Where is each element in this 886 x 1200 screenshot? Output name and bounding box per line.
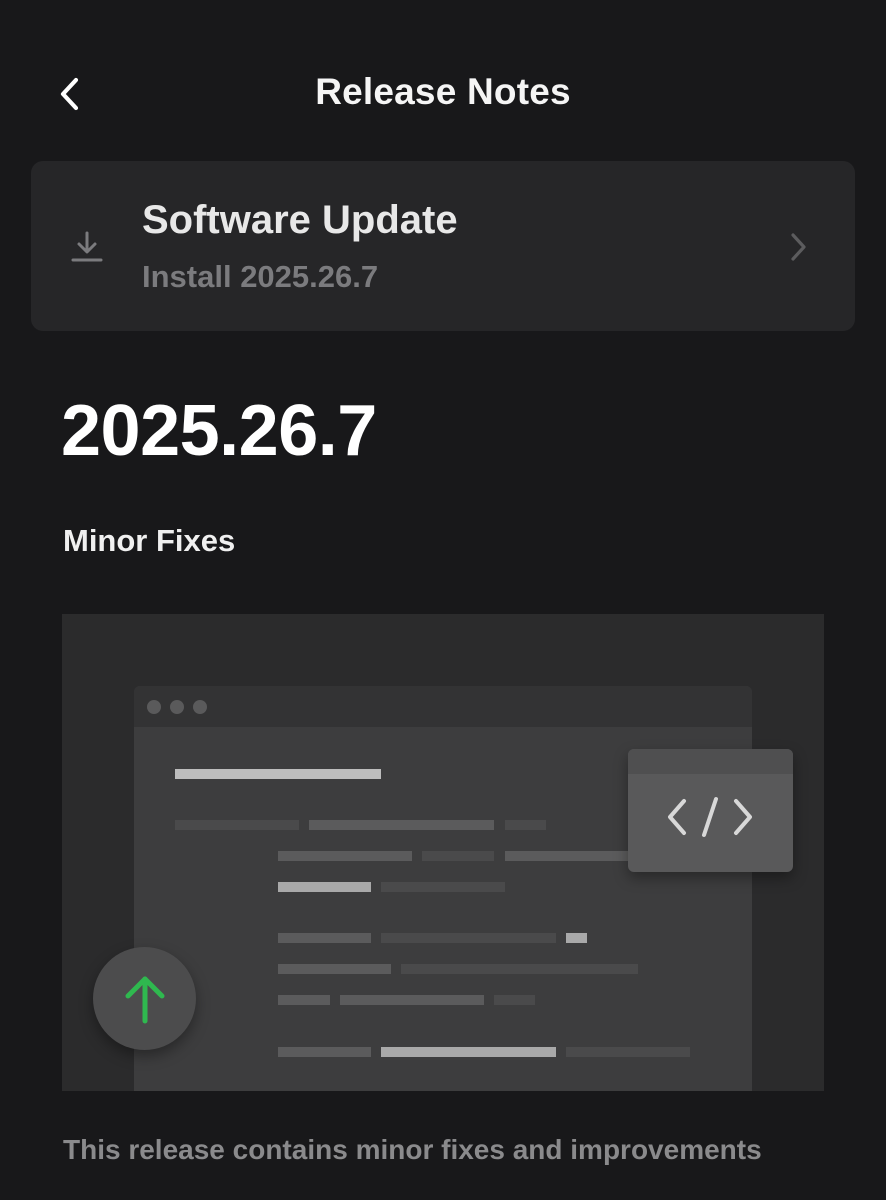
page-title: Release Notes xyxy=(315,71,571,112)
software-update-card[interactable]: Software Update Install 2025.26.7 xyxy=(31,161,855,331)
placeholder-line xyxy=(505,851,639,861)
header: Release Notes xyxy=(0,58,886,130)
placeholder-line xyxy=(381,882,505,892)
placeholder-line xyxy=(278,851,412,861)
placeholder-line xyxy=(401,964,638,974)
placeholder-line xyxy=(505,820,546,830)
placeholder-line xyxy=(309,820,494,830)
placeholder-line xyxy=(278,995,330,1005)
release-notes-screen: Release Notes Software Update Install 20… xyxy=(0,0,886,1200)
chevron-right-icon xyxy=(783,229,813,265)
update-title: Software Update xyxy=(142,198,458,242)
code-panel-bar xyxy=(628,749,793,774)
placeholder-line xyxy=(175,769,381,779)
release-heading: Minor Fixes xyxy=(63,523,236,558)
update-version-label: Install 2025.26.7 xyxy=(142,259,379,294)
placeholder-line xyxy=(278,964,391,974)
placeholder-line xyxy=(278,933,371,943)
placeholder-line xyxy=(566,1047,690,1057)
download-icon xyxy=(69,229,105,265)
release-description: This release contains minor fixes and im… xyxy=(63,1134,762,1165)
window-dot xyxy=(193,700,207,714)
placeholder-line xyxy=(381,933,556,943)
placeholder-line xyxy=(381,1047,556,1057)
placeholder-line xyxy=(175,820,299,830)
window-title-bar xyxy=(134,686,752,727)
arrow-up-icon xyxy=(125,976,165,1024)
placeholder-line xyxy=(422,851,494,861)
placeholder-line xyxy=(340,995,484,1005)
browser-window-graphic xyxy=(134,686,752,1091)
code-panel-graphic xyxy=(628,749,793,872)
upgrade-badge xyxy=(93,947,196,1050)
window-dot xyxy=(170,700,184,714)
placeholder-line xyxy=(494,995,535,1005)
placeholder-line xyxy=(278,882,371,892)
release-version: 2025.26.7 xyxy=(61,391,377,471)
code-brackets-icon xyxy=(668,797,752,837)
release-illustration xyxy=(62,614,824,1091)
placeholder-line xyxy=(278,1047,371,1057)
window-dot xyxy=(147,700,161,714)
placeholder-line xyxy=(566,933,587,943)
